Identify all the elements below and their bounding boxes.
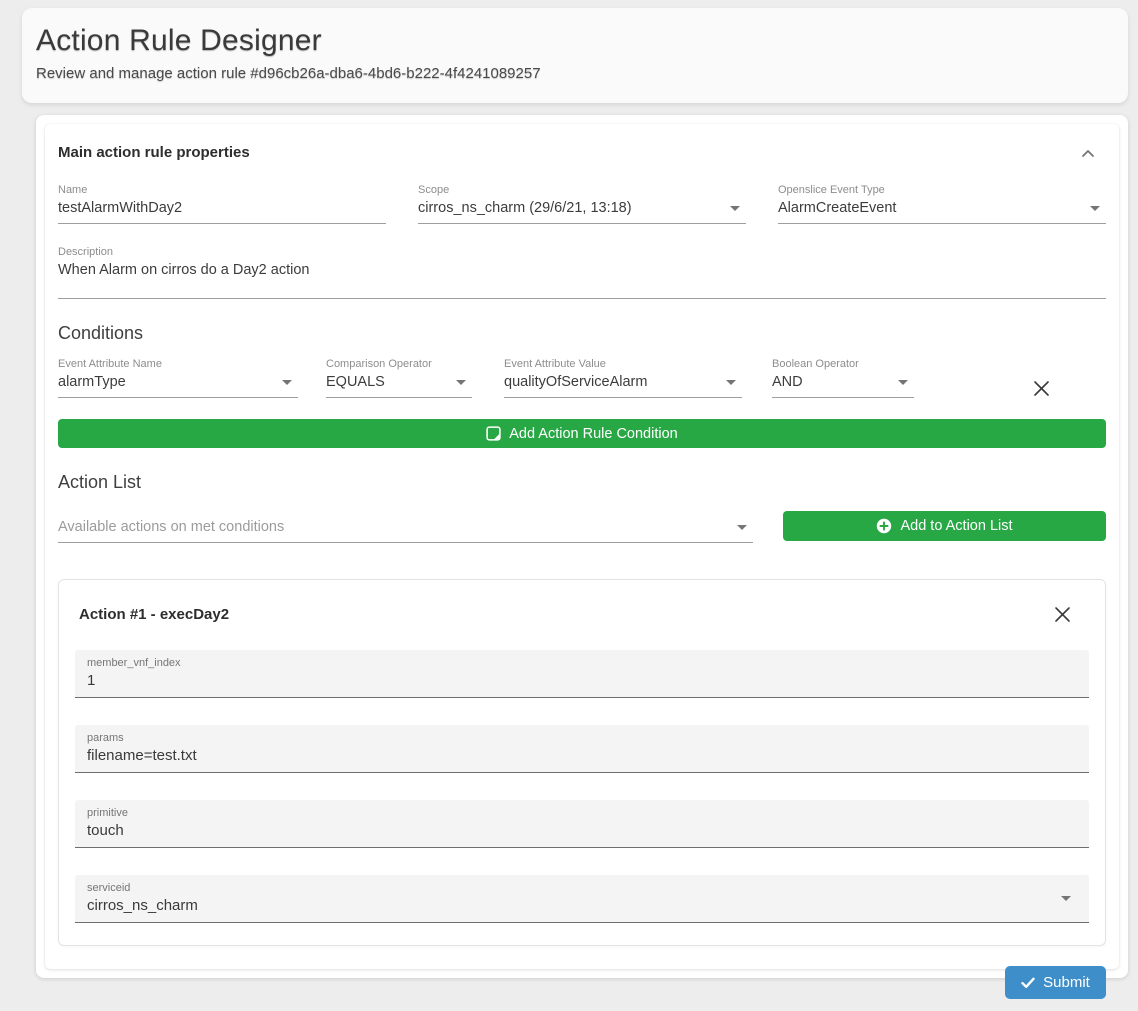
scope-select-label: Scope — [418, 184, 746, 196]
params-value: filename=test.txt — [87, 747, 1077, 764]
event-attribute-name-value: alarmType — [58, 374, 276, 390]
dropdown-arrow-icon — [726, 380, 736, 385]
description-field-value: When Alarm on cirros do a Day2 action — [58, 262, 1106, 278]
page-subtitle: Review and manage action rule #d96cb26a-… — [36, 65, 1128, 82]
chevron-up-icon[interactable] — [1080, 147, 1096, 159]
available-actions-placeholder: Available actions on met conditions — [58, 519, 731, 535]
boolean-operator-label: Boolean Operator — [772, 358, 914, 370]
comparison-operator-value: EQUALS — [326, 374, 450, 390]
params-label: params — [87, 732, 1077, 744]
dropdown-arrow-icon — [1061, 896, 1071, 901]
dropdown-arrow-icon — [1090, 206, 1100, 211]
name-field[interactable]: Name testAlarmWithDay2 — [58, 184, 386, 224]
primitive-label: primitive — [87, 807, 1077, 819]
serviceid-label: serviceid — [87, 882, 1055, 894]
scope-select[interactable]: Scope cirros_ns_charm (29/6/21, 13:18) — [418, 184, 746, 224]
note-icon — [486, 426, 501, 441]
boolean-operator-value: AND — [772, 374, 892, 390]
event-attribute-name-select[interactable]: Event Attribute Name alarmType — [58, 358, 298, 398]
main-properties-row: Name testAlarmWithDay2 Scope cirros_ns_c… — [58, 184, 1106, 224]
available-actions-select[interactable]: Available actions on met conditions — [58, 519, 753, 543]
dropdown-arrow-icon — [737, 525, 747, 530]
event-attribute-name-label: Event Attribute Name — [58, 358, 298, 370]
boolean-operator-select[interactable]: Boolean Operator AND — [772, 358, 914, 398]
main-card: Main action rule properties Name testAla… — [36, 115, 1128, 978]
serviceid-select[interactable]: serviceid cirros_ns_charm — [75, 875, 1089, 923]
event-attribute-value-value: qualityOfServiceAlarm — [504, 374, 720, 390]
condition-row: Event Attribute Name alarmType Compariso… — [58, 358, 1106, 398]
name-field-value: testAlarmWithDay2 — [58, 200, 386, 216]
add-to-action-list-button[interactable]: Add to Action List — [783, 511, 1106, 541]
member-vnf-index-value: 1 — [87, 672, 1077, 689]
action-card-header: Action #1 - execDay2 — [75, 606, 1089, 623]
scope-select-value: cirros_ns_charm (29/6/21, 13:18) — [418, 200, 724, 216]
add-condition-button[interactable]: Add Action Rule Condition — [58, 419, 1106, 448]
plus-circle-icon — [876, 518, 892, 534]
params-field[interactable]: params filename=test.txt — [75, 725, 1089, 773]
event-type-select[interactable]: Openslice Event Type AlarmCreateEvent — [778, 184, 1106, 224]
description-field-label: Description — [58, 246, 1106, 258]
action-rule-panel: Main action rule properties Name testAla… — [45, 124, 1119, 969]
submit-row: Submit — [58, 966, 1106, 999]
member-vnf-index-label: member_vnf_index — [87, 657, 1077, 669]
action-card: Action #1 - execDay2 member_vnf_index 1 … — [58, 579, 1106, 946]
event-type-select-label: Openslice Event Type — [778, 184, 1106, 196]
remove-condition-icon[interactable] — [1033, 380, 1050, 397]
remove-action-icon[interactable] — [1054, 606, 1071, 623]
panel-title: Main action rule properties — [58, 144, 250, 161]
serviceid-value: cirros_ns_charm — [87, 897, 1055, 914]
add-to-action-list-label: Add to Action List — [900, 518, 1012, 534]
submit-label: Submit — [1043, 974, 1090, 991]
description-field[interactable]: Description When Alarm on cirros do a Da… — [58, 246, 1106, 299]
check-icon — [1021, 977, 1035, 989]
conditions-heading: Conditions — [58, 323, 1106, 344]
action-list-heading: Action List — [58, 472, 1106, 493]
primitive-field[interactable]: primitive touch — [75, 800, 1089, 848]
dropdown-arrow-icon — [898, 380, 908, 385]
submit-button[interactable]: Submit — [1005, 966, 1106, 999]
dropdown-arrow-icon — [282, 380, 292, 385]
comparison-operator-label: Comparison Operator — [326, 358, 472, 370]
page-title: Action Rule Designer — [36, 24, 1128, 58]
name-field-label: Name — [58, 184, 386, 196]
member-vnf-index-field[interactable]: member_vnf_index 1 — [75, 650, 1089, 698]
page-header: Action Rule Designer Review and manage a… — [22, 8, 1128, 103]
panel-header[interactable]: Main action rule properties — [58, 144, 1106, 161]
primitive-value: touch — [87, 822, 1077, 839]
event-attribute-value-select[interactable]: Event Attribute Value qualityOfServiceAl… — [504, 358, 742, 398]
action-list-row: Available actions on met conditions Add … — [58, 511, 1106, 543]
comparison-operator-select[interactable]: Comparison Operator EQUALS — [326, 358, 472, 398]
action-card-title: Action #1 - execDay2 — [79, 606, 229, 623]
add-condition-label: Add Action Rule Condition — [509, 426, 677, 442]
event-type-select-value: AlarmCreateEvent — [778, 200, 1084, 216]
dropdown-arrow-icon — [456, 380, 466, 385]
event-attribute-value-label: Event Attribute Value — [504, 358, 742, 370]
dropdown-arrow-icon — [730, 206, 740, 211]
